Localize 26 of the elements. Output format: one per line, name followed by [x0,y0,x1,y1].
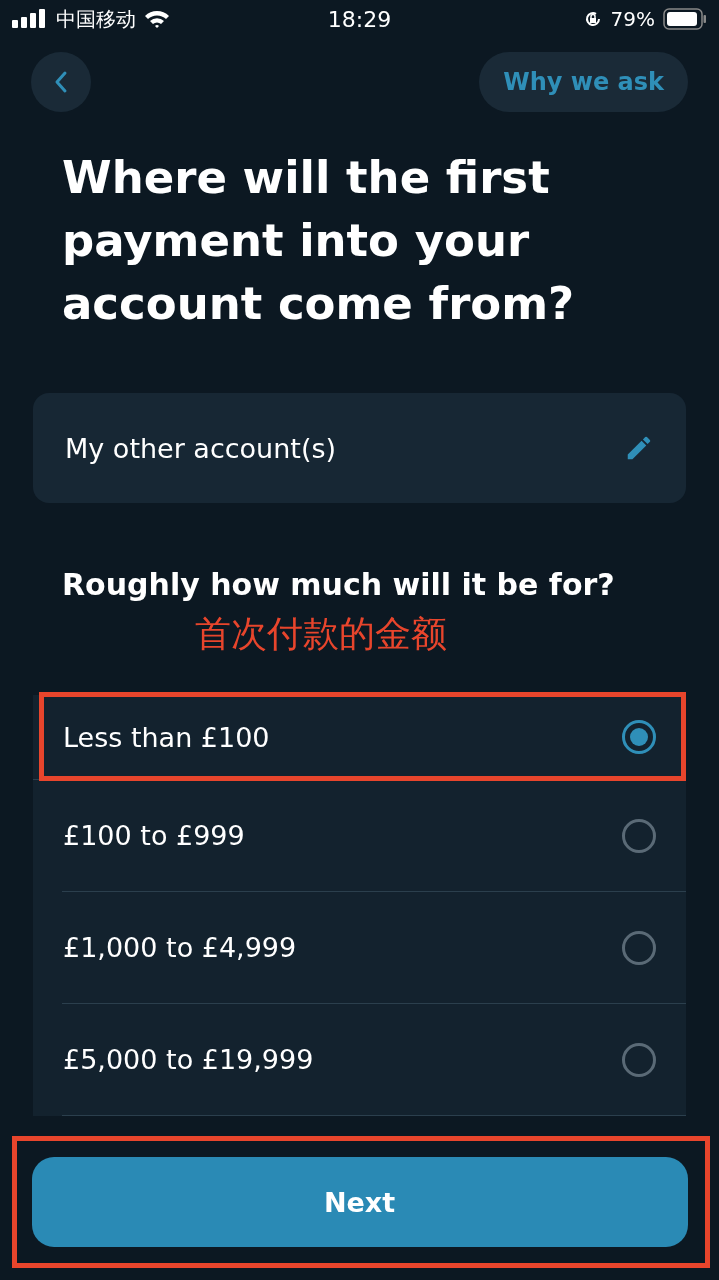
amount-option[interactable]: £5,000 to £19,999 [62,1004,686,1116]
status-time: 18:29 [327,6,392,32]
annotation-text: 首次付款的金额 [195,613,447,654]
field-value: My other account(s) [65,432,337,464]
option-label: £5,000 to £19,999 [63,1044,314,1075]
radio-button[interactable] [622,818,656,853]
payment-source-field[interactable]: My other account(s) [33,393,686,503]
option-label: £1,000 to £4,999 [63,932,297,963]
why-we-ask-button[interactable]: Why we ask [479,52,688,112]
page-title: Where will the first payment into your account come from? [62,150,576,332]
question-text: Roughly how much will it be for? [62,566,616,604]
option-label: Less than £100 [63,721,270,753]
radio-button[interactable] [622,1042,656,1077]
battery-icon [663,8,707,30]
radio-button[interactable] [622,930,656,965]
amount-option[interactable]: £100 to £999 [62,780,686,892]
wifi-icon [144,9,170,29]
amount-option[interactable]: Less than £100 [33,695,686,780]
next-button[interactable]: Next [31,1157,688,1247]
battery-percent: 79% [610,7,655,31]
option-label: £100 to £999 [63,820,245,851]
radio-button[interactable] [622,720,656,754]
amount-option[interactable]: £1,000 to £4,999 [62,892,686,1004]
chevron-left-icon [54,70,68,94]
signal-icon [12,8,48,30]
carrier-name: 中国移动 [56,5,136,33]
